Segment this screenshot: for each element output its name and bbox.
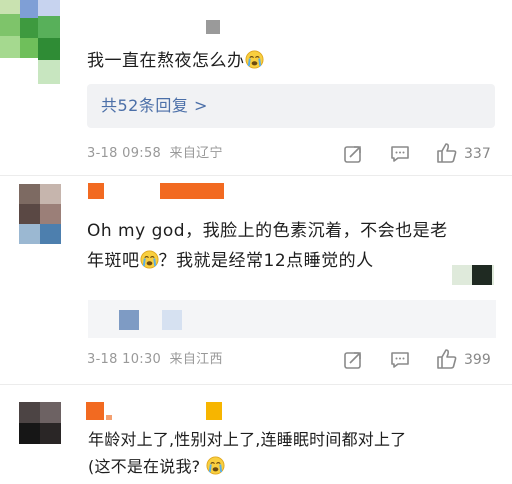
obscured-block [162,310,182,330]
like-icon[interactable] [436,348,458,370]
timestamp: 3-18 10:30 [87,352,162,367]
username[interactable] [206,20,220,34]
comment-meta: 3-18 10:30 来自江西 [87,351,223,369]
comment-text: Oh my god，我脸上的色素沉着，不会也是老 年斑吧 ？我就是经常12点睡觉… [87,221,448,271]
comment-icon[interactable] [390,144,410,164]
location: 来自辽宁 [169,146,223,161]
avatar[interactable] [0,0,72,84]
replies-box[interactable] [88,300,496,338]
avatar[interactable] [19,402,61,444]
comment-text: 我一直在熬夜怎么办 [87,46,264,76]
like-count: 337 [464,146,491,162]
comment-icon[interactable] [390,350,410,370]
obscured-block [472,265,492,285]
divider [0,175,512,176]
like-icon[interactable] [436,142,458,164]
divider [0,384,512,385]
username[interactable] [88,183,224,201]
share-icon[interactable] [343,350,363,370]
share-icon[interactable] [343,144,363,164]
timestamp: 3-18 09:58 [87,146,162,161]
view-replies-link[interactable]: 共52条回复 > [101,95,208,117]
comment-meta: 3-18 09:58 来自辽宁 [87,145,223,163]
username[interactable] [86,402,226,422]
crying-face-icon [244,50,264,69]
crying-face-icon [206,456,225,475]
comment-text: 年龄对上了,性别对上了,连睡眠时间都对上了 (这不是在说我? [88,430,407,476]
like-count: 399 [464,352,491,368]
obscured-block [119,310,139,330]
avatar[interactable] [19,184,61,244]
crying-face-icon [139,250,159,269]
location: 来自江西 [169,352,223,367]
